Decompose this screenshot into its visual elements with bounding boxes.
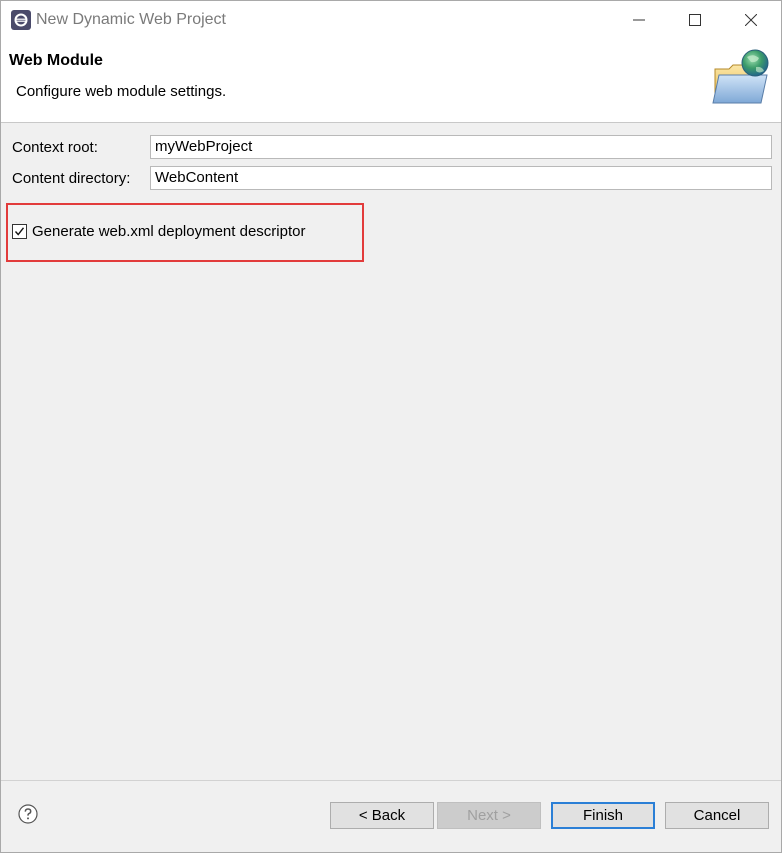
content-directory-input[interactable]: WebContent bbox=[150, 166, 772, 190]
next-button[interactable]: Next > bbox=[437, 802, 541, 829]
back-button[interactable]: < Back bbox=[330, 802, 434, 829]
finish-button[interactable]: Finish bbox=[551, 802, 655, 829]
title-bar: New Dynamic Web Project bbox=[1, 1, 781, 39]
eclipse-icon bbox=[11, 10, 31, 30]
close-button[interactable] bbox=[723, 1, 779, 39]
generate-descriptor-checkbox[interactable] bbox=[12, 223, 27, 239]
folder-globe-icon bbox=[711, 47, 773, 107]
help-button[interactable] bbox=[18, 804, 38, 824]
help-icon bbox=[18, 804, 38, 824]
checkmark-icon bbox=[14, 226, 25, 236]
dialog-window: New Dynamic Web Project Web Module Confi… bbox=[0, 0, 782, 853]
generate-descriptor-option[interactable]: Generate web.xml deployment descriptor bbox=[12, 222, 305, 240]
wizard-banner: Web Module Configure web module settings… bbox=[1, 39, 781, 123]
minimize-button[interactable] bbox=[611, 1, 667, 39]
cancel-button[interactable]: Cancel bbox=[665, 802, 769, 829]
minimize-icon bbox=[633, 19, 645, 21]
maximize-icon bbox=[689, 14, 701, 26]
footer-divider bbox=[1, 780, 781, 781]
content-directory-label: Content directory: bbox=[12, 170, 131, 187]
maximize-button[interactable] bbox=[667, 1, 723, 39]
context-root-label: Context root: bbox=[12, 139, 98, 156]
context-root-input[interactable]: myWebProject bbox=[150, 135, 772, 159]
page-title: Web Module bbox=[9, 52, 103, 69]
page-description: Configure web module settings. bbox=[16, 83, 227, 100]
generate-descriptor-label[interactable]: Generate web.xml deployment descriptor bbox=[32, 223, 305, 240]
window-title: New Dynamic Web Project bbox=[36, 11, 226, 28]
close-icon bbox=[745, 14, 757, 26]
